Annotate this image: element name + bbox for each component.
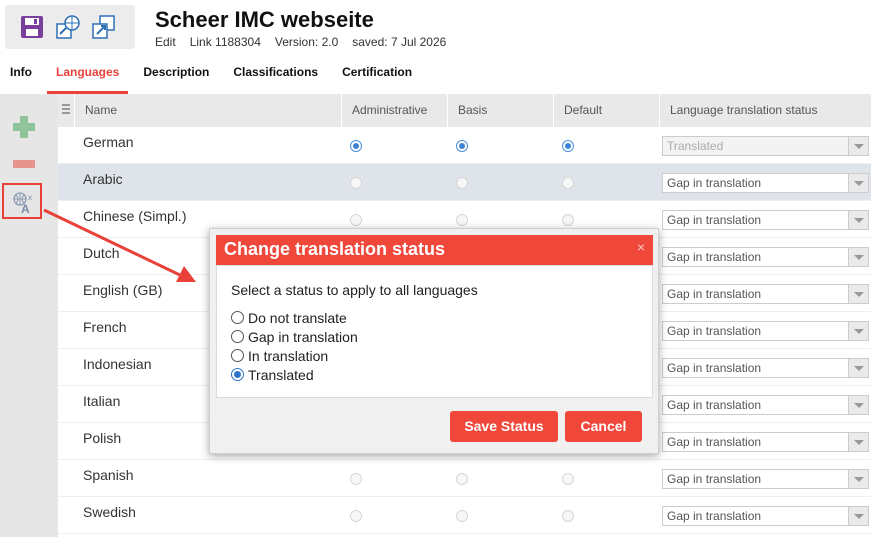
dialog-prompt: Select a status to apply to all language…	[231, 282, 478, 298]
option-label: In translation	[248, 347, 329, 364]
radio-do-not-translate[interactable]	[231, 311, 244, 324]
save-status-button[interactable]: Save Status	[450, 411, 558, 442]
option-label: Gap in translation	[248, 328, 358, 345]
radio-translated[interactable]	[231, 368, 244, 381]
option-do-not-translate[interactable]: Do not translate	[231, 308, 358, 327]
radio-gap-in-translation[interactable]	[231, 330, 244, 343]
change-status-dialog: Change translation status × Select a sta…	[209, 228, 659, 454]
dialog-title: Change translation status	[224, 239, 446, 259]
radio-in-translation[interactable]	[231, 349, 244, 362]
option-label: Translated	[248, 366, 314, 383]
option-translated[interactable]: Translated	[231, 365, 358, 384]
option-in-translation[interactable]: In translation	[231, 346, 358, 365]
dialog-body: Select a status to apply to all language…	[216, 265, 653, 398]
close-icon[interactable]: ×	[637, 239, 645, 255]
status-options: Do not translate Gap in translation In t…	[231, 308, 358, 384]
option-gap-in-translation[interactable]: Gap in translation	[231, 327, 358, 346]
dialog-header: Change translation status ×	[216, 235, 653, 265]
option-label: Do not translate	[248, 309, 347, 326]
cancel-button[interactable]: Cancel	[565, 411, 642, 442]
